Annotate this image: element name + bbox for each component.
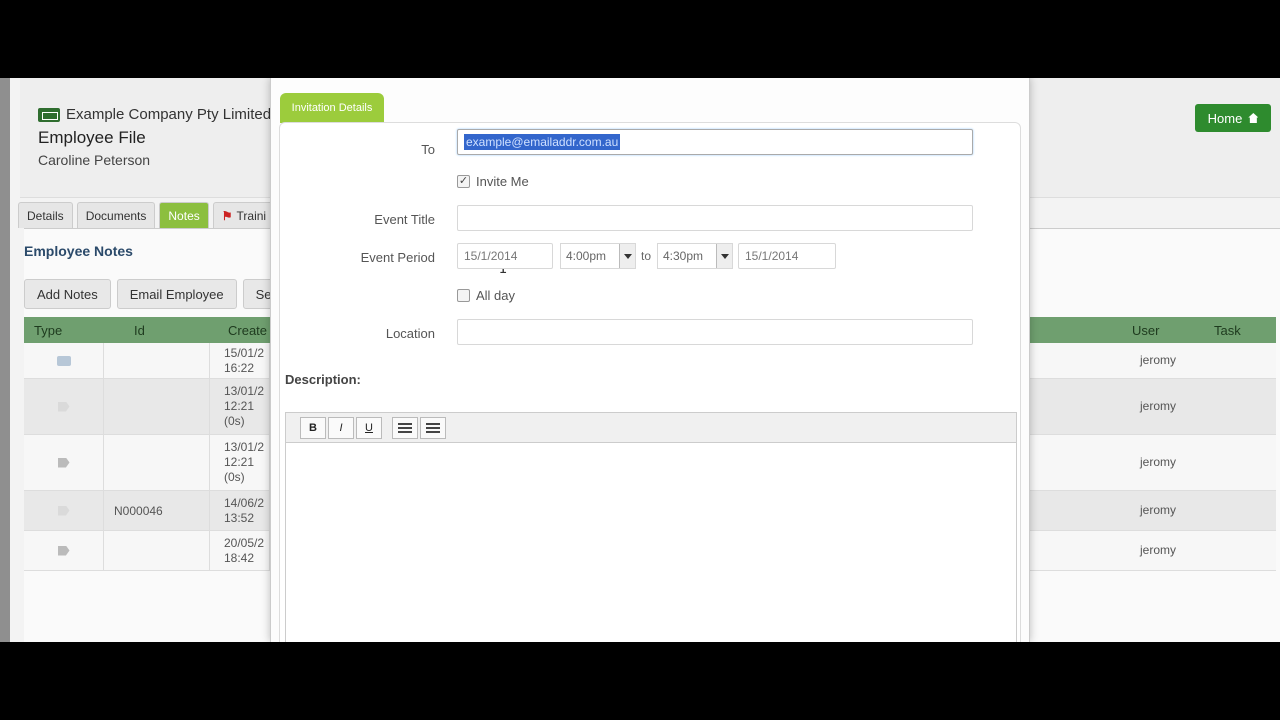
location-label: Location xyxy=(385,326,435,341)
numbered-list-icon xyxy=(426,427,440,429)
to-separator: to xyxy=(641,249,652,263)
location-field[interactable] xyxy=(457,319,973,345)
description-editor[interactable]: B I U xyxy=(285,412,1017,642)
start-time-select[interactable]: 4:00pm xyxy=(560,243,636,269)
home-button-label: Home xyxy=(1207,110,1243,126)
created-cell: 13/01/2 12:21 (0s) xyxy=(210,435,270,490)
event-period-label: Event Period xyxy=(360,250,435,265)
home-button[interactable]: Home xyxy=(1195,104,1271,132)
id-cell xyxy=(104,531,210,570)
description-label: Description: xyxy=(285,372,361,387)
bullet-list-button[interactable] xyxy=(392,417,418,439)
event-title-label: Event Title xyxy=(374,212,435,227)
id-cell: N000046 xyxy=(104,491,210,530)
notes-heading: Employee Notes xyxy=(24,243,133,259)
all-day-label: All day xyxy=(476,288,516,303)
created-cell: 20/05/2 18:42 xyxy=(210,531,270,570)
to-value: example@emailaddr.com.au xyxy=(464,134,621,150)
chevron-down-icon xyxy=(619,244,635,268)
end-time-value: 4:30pm xyxy=(663,249,704,263)
tab-invitation-details[interactable]: Invitation Details xyxy=(280,93,384,123)
end-time-select[interactable]: 4:30pm xyxy=(657,243,733,269)
underline-button[interactable]: U xyxy=(356,417,382,439)
created-cell: 15/01/2 16:22 xyxy=(210,343,270,378)
bold-button[interactable]: B xyxy=(300,417,326,439)
italic-button[interactable]: I xyxy=(328,417,354,439)
column-id[interactable]: Id xyxy=(104,317,210,343)
column-task[interactable]: Task xyxy=(1214,323,1241,338)
notes-actions: Add Notes Email Employee Se xyxy=(24,279,285,309)
user-cell: jeromy xyxy=(1139,503,1176,517)
flag-icon: ⚑ xyxy=(221,208,233,223)
company-name: Example Company Pty Limited xyxy=(38,106,271,123)
employee-tabs: Details Documents Notes ⚑ Traini xyxy=(18,202,276,228)
tag-icon xyxy=(57,457,70,468)
page-title: Employee File xyxy=(38,128,146,147)
id-cell xyxy=(104,435,210,490)
tab-training-label: Traini xyxy=(236,208,267,223)
to-label: To xyxy=(421,142,435,157)
employee-name: Caroline Peterson xyxy=(38,152,151,168)
tag-icon xyxy=(57,545,70,556)
id-cell xyxy=(104,343,210,378)
numbered-list-icon xyxy=(426,431,440,433)
tab-details[interactable]: Details xyxy=(18,202,73,228)
created-cell: 14/06/2 13:52 xyxy=(210,491,270,530)
bullet-list-icon xyxy=(398,427,412,429)
home-icon xyxy=(1248,113,1259,123)
type-cell xyxy=(24,531,104,570)
end-date-field[interactable]: 15/1/2014 xyxy=(738,243,836,269)
user-cell: jeromy xyxy=(1139,455,1176,469)
invitation-dialog: Invitation Details To example@emailaddr.… xyxy=(270,78,1030,642)
editor-toolbar: B I U xyxy=(286,413,1016,443)
start-date-field[interactable]: 15/1/2014 xyxy=(457,243,553,269)
column-user[interactable]: User xyxy=(1132,323,1159,338)
start-time-value: 4:00pm xyxy=(566,249,607,263)
all-day-checkbox[interactable] xyxy=(457,289,470,302)
created-cell: 13/01/2 12:21 (0s) xyxy=(210,379,270,434)
id-card-icon xyxy=(38,107,60,122)
type-cell xyxy=(24,379,104,434)
company-label: Example Company Pty Limited xyxy=(66,106,272,123)
email-employee-button[interactable]: Email Employee xyxy=(116,279,237,309)
invite-me-checkbox[interactable]: ✓ xyxy=(457,175,470,188)
bullet-list-icon xyxy=(398,431,412,433)
id-cell xyxy=(104,379,210,434)
column-type[interactable]: Type xyxy=(24,317,104,343)
numbered-list-icon xyxy=(426,423,440,425)
tab-documents[interactable]: Documents xyxy=(76,202,156,228)
to-field[interactable]: example@emailaddr.com.au xyxy=(457,129,973,155)
note-icon xyxy=(57,505,70,516)
user-cell: jeromy xyxy=(1139,399,1176,413)
bullet-list-icon xyxy=(398,423,412,425)
invite-me-label: Invite Me xyxy=(476,174,529,189)
screen: Example Company Pty Limited Employee Fil… xyxy=(0,78,1280,642)
user-cell: jeromy xyxy=(1139,543,1176,557)
type-cell xyxy=(24,343,104,378)
tab-notes[interactable]: Notes xyxy=(159,202,209,228)
type-cell xyxy=(24,491,104,530)
email-icon xyxy=(56,355,71,366)
add-notes-button[interactable]: Add Notes xyxy=(24,279,111,309)
type-cell xyxy=(24,435,104,490)
note-icon xyxy=(57,401,70,412)
numbered-list-button[interactable] xyxy=(420,417,446,439)
tab-training[interactable]: ⚑ Traini xyxy=(212,202,276,228)
event-title-field[interactable] xyxy=(457,205,973,231)
chevron-down-icon xyxy=(716,244,732,268)
user-cell: jeromy xyxy=(1139,353,1176,367)
column-created[interactable]: Create xyxy=(210,317,270,343)
